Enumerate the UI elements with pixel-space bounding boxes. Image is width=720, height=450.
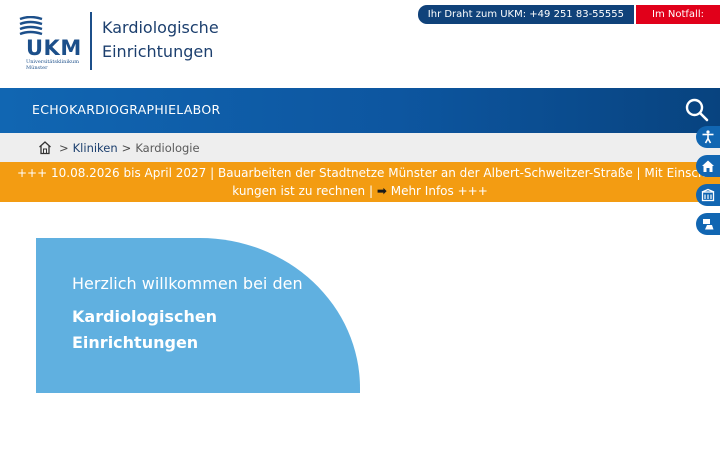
hero-welcome-box: Herzlich willkommen bei den Kardiologisc…	[36, 238, 360, 393]
accessibility-icon	[702, 130, 714, 144]
hero-welcome-text: Herzlich willkommen bei den	[72, 274, 303, 293]
nav-item-echokardiographielabor[interactable]: ECHOKARDIOGRAPHIELABOR	[32, 102, 220, 117]
mehr-infos-link[interactable]: Mehr Infos +++	[391, 184, 488, 198]
accessibility-button[interactable]	[696, 126, 720, 148]
alert-text-line1: +++ 10.08.2026 bis April 2027 | Bauarbei…	[17, 166, 720, 180]
building-icon	[701, 188, 715, 202]
breadcrumb-separator: >	[59, 140, 69, 155]
breadcrumb-separator: >	[121, 140, 132, 155]
top-contact-bar: Ihr Draht zum UKM: +49 251 83-55555 Im N…	[417, 5, 720, 39]
home-icon[interactable]	[38, 140, 52, 155]
search-button[interactable]	[684, 97, 710, 123]
logo-waves-icon	[19, 16, 43, 36]
side-toolbar	[696, 126, 720, 242]
alert-text-line2-prefix: kungen ist zu rechnen |	[232, 184, 373, 198]
clinic-building-button[interactable]	[696, 184, 720, 206]
construction-alert-banner: +++ 10.08.2026 bis April 2027 | Bauarbei…	[0, 162, 720, 202]
hero-title: Kardiologischen Einrichtungen	[72, 304, 292, 356]
house-icon	[702, 160, 714, 172]
header-divider	[90, 12, 92, 70]
hero-title-line2: Einrichtungen	[72, 333, 199, 352]
sign-language-button[interactable]	[696, 213, 720, 235]
arrow-right-icon: ➡	[376, 184, 387, 198]
ukm-logo[interactable]: UKM Universitätsklinikum Münster	[18, 16, 86, 72]
site-title[interactable]: Kardiologische Einrichtungen	[102, 16, 219, 64]
site-title-line2: Einrichtungen	[102, 42, 214, 61]
home-shortcut-button[interactable]	[696, 155, 720, 177]
hero-title-line1: Kardiologischen	[72, 307, 218, 326]
logo-subtext: Universitätsklinikum Münster	[26, 59, 79, 71]
site-title-line1: Kardiologische	[102, 18, 219, 37]
breadcrumb: > Kliniken > Kardiologie	[0, 133, 720, 162]
logo-text: UKM	[26, 36, 82, 60]
breadcrumb-kliniken[interactable]: Kliniken	[73, 141, 118, 155]
sign-language-icon	[703, 219, 714, 230]
emergency-link[interactable]: Im Notfall: 112	[636, 5, 720, 39]
site-header: UKM Universitätsklinikum Münster Kardiol…	[0, 0, 720, 88]
breadcrumb-kardiologie: Kardiologie	[135, 140, 200, 155]
hotline-link[interactable]: Ihr Draht zum UKM: +49 251 83-55555	[417, 5, 634, 24]
main-navigation: ECHOKARDIOGRAPHIELABOR	[0, 88, 720, 133]
search-icon	[685, 98, 709, 122]
alert-text-line2: kungen ist zu rechnen | ➡ Mehr Infos +++	[0, 183, 720, 199]
